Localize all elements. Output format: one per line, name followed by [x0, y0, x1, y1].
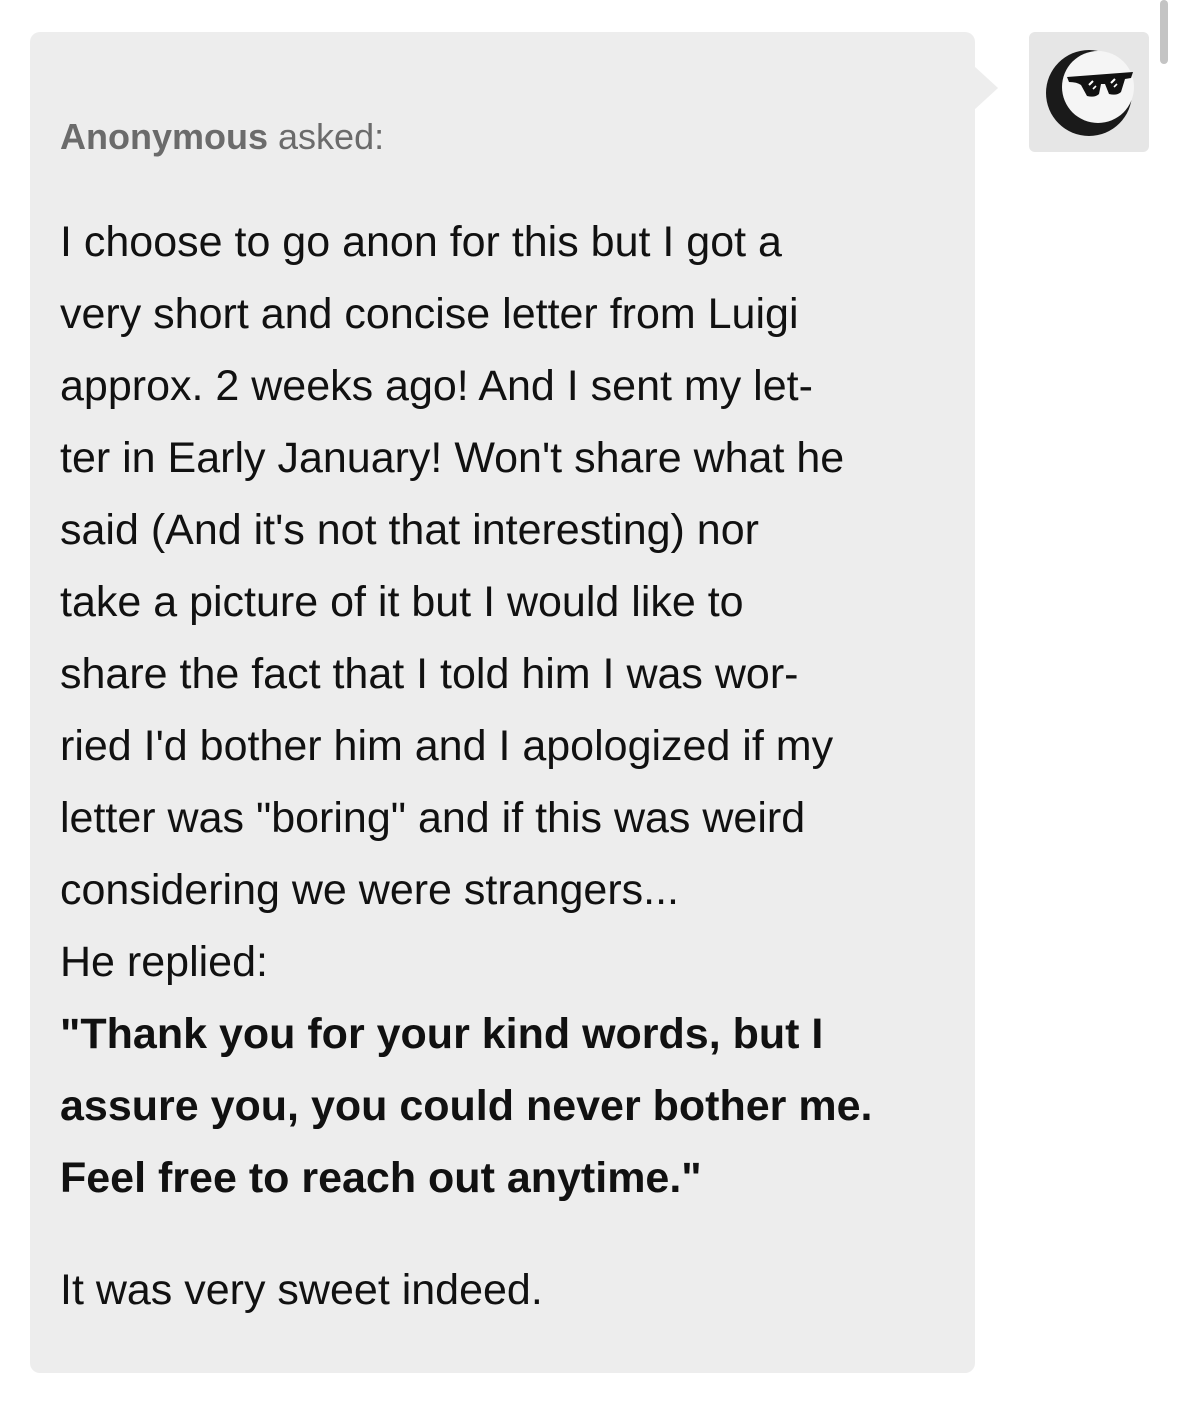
asker-line: Anonymous asked:: [60, 116, 384, 158]
ask-bubble: Anonymous asked: I choose to go anon for…: [30, 32, 975, 1373]
question-line: very short and concise letter from Luigi: [60, 290, 799, 338]
question-line: He replied:: [60, 938, 268, 986]
closing-line: It was very sweet indeed.: [60, 1266, 543, 1314]
question-line: ried I'd bother him and I apologized if …: [60, 722, 834, 770]
scrollbar[interactable]: [1160, 0, 1168, 64]
avatar[interactable]: [1029, 32, 1149, 152]
asker-name[interactable]: Anonymous: [60, 116, 268, 157]
question-line: share the fact that I told him I was wor…: [60, 650, 799, 698]
question-line: letter was "boring" and if this was weir…: [60, 794, 806, 842]
sunglasses-crescent-avatar-icon: [1046, 50, 1134, 136]
question-line: said (And it's not that interesting) nor: [60, 506, 759, 554]
question-body: I choose to go anon for this but I got a…: [60, 206, 960, 1214]
question-line: considering we were strangers...: [60, 866, 680, 914]
bubble-pointer: [974, 66, 998, 110]
question-line: take a picture of it but I would like to: [60, 578, 744, 626]
quote-line: Feel free to reach out anytime.": [60, 1154, 702, 1202]
question-line: approx. 2 weeks ago! And I sent my let-: [60, 362, 813, 410]
question-line: I choose to go anon for this but I got a: [60, 218, 782, 266]
asker-verb: asked:: [278, 116, 385, 157]
question-line: ter in Early January! Won't share what h…: [60, 434, 845, 482]
quote-line: "Thank you for your kind words, but I: [60, 1010, 824, 1058]
quote-line: assure you, you could never bother me.: [60, 1082, 873, 1130]
